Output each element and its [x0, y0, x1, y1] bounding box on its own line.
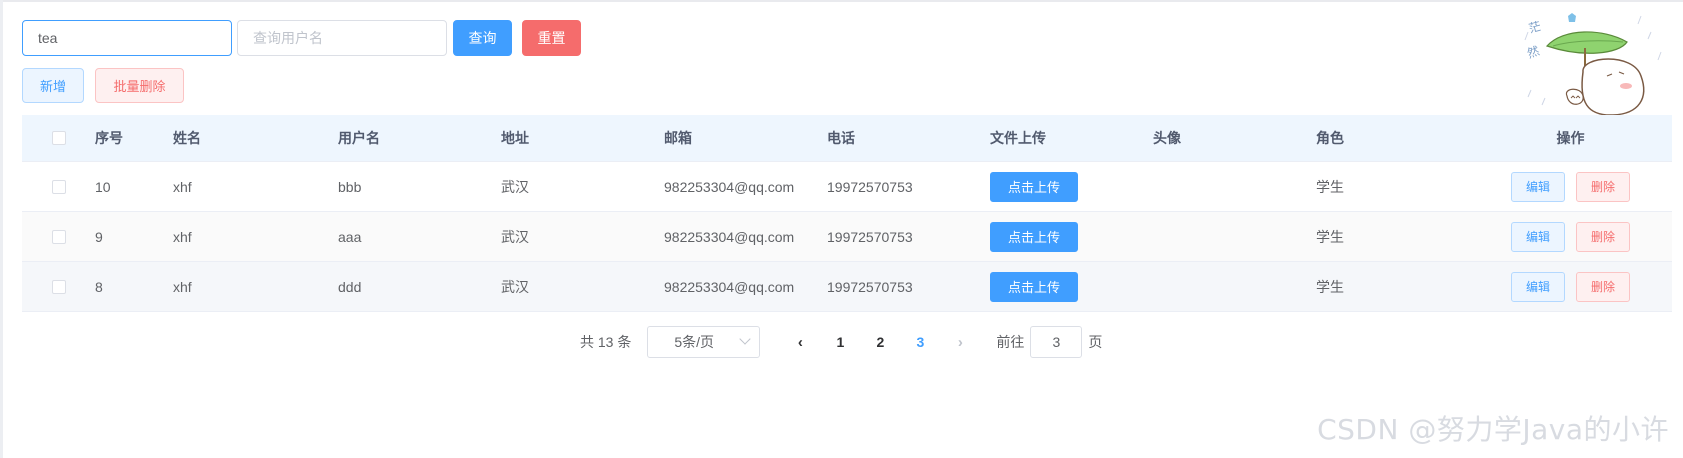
- goto-label: 前往: [996, 334, 1025, 350]
- row-phone: 19972570753: [827, 178, 913, 195]
- page-size-value: 5条/页: [674, 334, 715, 350]
- total-count: 共 13 条: [580, 334, 632, 350]
- row-role: 学生: [1316, 228, 1344, 245]
- row-email: 982253304@qq.com: [664, 228, 795, 245]
- row-name: xhf: [173, 178, 192, 195]
- svg-text:然: 然: [1525, 43, 1541, 61]
- row-address: 武汉: [501, 178, 529, 195]
- upload-button[interactable]: 点击上传: [990, 271, 1079, 302]
- page-number-1[interactable]: 1: [820, 328, 860, 356]
- row-file-upload-cell: 点击上传: [990, 271, 1153, 302]
- delete-button[interactable]: 删除: [1576, 271, 1631, 302]
- query-button[interactable]: 查询: [453, 20, 512, 56]
- header-checkbox-cell: [22, 131, 95, 145]
- delete-button[interactable]: 删除: [1576, 171, 1631, 202]
- row-address: 武汉: [501, 278, 529, 295]
- row-username: ddd: [338, 278, 362, 295]
- row-role: 学生: [1316, 178, 1344, 195]
- header-role: 角色: [1316, 130, 1344, 146]
- row-file-upload-cell: 点击上传: [990, 221, 1153, 252]
- edit-button[interactable]: 编辑: [1510, 171, 1565, 202]
- next-page-icon[interactable]: ›: [940, 328, 980, 356]
- page-suffix: 页: [1088, 334, 1103, 350]
- header-avatar: 头像: [1153, 130, 1181, 146]
- row-file-upload-cell: 点击上传: [990, 171, 1153, 202]
- row-checkbox-cell: [22, 279, 95, 294]
- top-border: [0, 0, 1683, 2]
- row-no: 9: [95, 228, 103, 245]
- row-operation-cell: 编辑 删除: [1479, 221, 1662, 252]
- mascot-sticker: 茫 然: [1524, 13, 1662, 116]
- row-email: 982253304@qq.com: [664, 278, 795, 295]
- delete-button[interactable]: 删除: [1576, 221, 1631, 252]
- row-username: bbb: [338, 178, 362, 195]
- upload-button[interactable]: 点击上传: [990, 221, 1079, 252]
- row-address: 武汉: [501, 228, 529, 245]
- left-border: [0, 0, 3, 458]
- svg-text:茫: 茫: [1527, 19, 1542, 36]
- row-phone: 19972570753: [827, 278, 913, 295]
- row-no: 10: [95, 178, 111, 195]
- pagination: 共 13 条 5条/页 ‹ 1 2 3 › 前往 3 页: [580, 326, 1102, 358]
- user-table: 序号 姓名 用户名 地址 邮箱 电话 文件上传 头像 角色 操作 10 xhf …: [22, 115, 1672, 312]
- header-operation: 操作: [1556, 130, 1585, 146]
- add-button[interactable]: 新增: [22, 68, 84, 103]
- watermark: CSDN @努力学Java的小许: [1317, 413, 1669, 446]
- row-phone: 19972570753: [827, 228, 913, 245]
- header-email: 邮箱: [664, 130, 692, 146]
- header-address: 地址: [501, 130, 529, 146]
- edit-button[interactable]: 编辑: [1510, 271, 1565, 302]
- header-name: 姓名: [173, 130, 201, 146]
- page-number-3[interactable]: 3: [900, 328, 940, 356]
- table-header: 序号 姓名 用户名 地址 邮箱 电话 文件上传 头像 角色 操作: [22, 115, 1672, 162]
- row-no: 8: [95, 278, 103, 295]
- upload-button[interactable]: 点击上传: [990, 171, 1079, 202]
- row-name: xhf: [173, 278, 192, 295]
- row-operation-cell: 编辑 删除: [1479, 271, 1662, 302]
- header-phone: 电话: [827, 130, 855, 146]
- page-number-2[interactable]: 2: [860, 328, 900, 356]
- row-checkbox-cell: [22, 179, 95, 194]
- table-row: 8 xhf ddd 武汉 982253304@qq.com 1997257075…: [22, 262, 1672, 312]
- row-checkbox[interactable]: [51, 229, 66, 244]
- row-operation-cell: 编辑 删除: [1479, 171, 1662, 202]
- row-name: xhf: [173, 228, 192, 245]
- action-bar: 新增 批量删除: [22, 68, 184, 103]
- filter-input[interactable]: [22, 20, 232, 56]
- row-username: aaa: [338, 228, 362, 245]
- username-search-input[interactable]: [237, 20, 447, 56]
- header-no: 序号: [95, 130, 123, 146]
- goto-page-input[interactable]: 3: [1030, 326, 1083, 358]
- row-checkbox[interactable]: [51, 279, 66, 294]
- prev-page-icon[interactable]: ‹: [780, 328, 820, 356]
- row-checkbox-cell: [22, 229, 95, 244]
- table-row: 9 xhf aaa 武汉 982253304@qq.com 1997257075…: [22, 212, 1672, 262]
- table-body: 10 xhf bbb 武汉 982253304@qq.com 199725707…: [22, 162, 1672, 312]
- page-jump: 前往 3 页: [996, 326, 1102, 358]
- reset-button[interactable]: 重置: [522, 20, 581, 56]
- table-row: 10 xhf bbb 武汉 982253304@qq.com 199725707…: [22, 162, 1672, 212]
- select-all-checkbox[interactable]: [51, 131, 66, 145]
- row-email: 982253304@qq.com: [664, 178, 795, 195]
- page-size-select[interactable]: 5条/页: [647, 326, 761, 358]
- chevron-down-icon: [739, 333, 752, 345]
- search-toolbar: 查询 重置: [22, 20, 581, 56]
- header-username: 用户名: [338, 130, 380, 146]
- header-file-upload: 文件上传: [990, 130, 1046, 146]
- row-role: 学生: [1316, 278, 1344, 295]
- row-checkbox[interactable]: [51, 179, 66, 194]
- edit-button[interactable]: 编辑: [1510, 221, 1565, 252]
- batch-delete-button[interactable]: 批量删除: [95, 68, 184, 103]
